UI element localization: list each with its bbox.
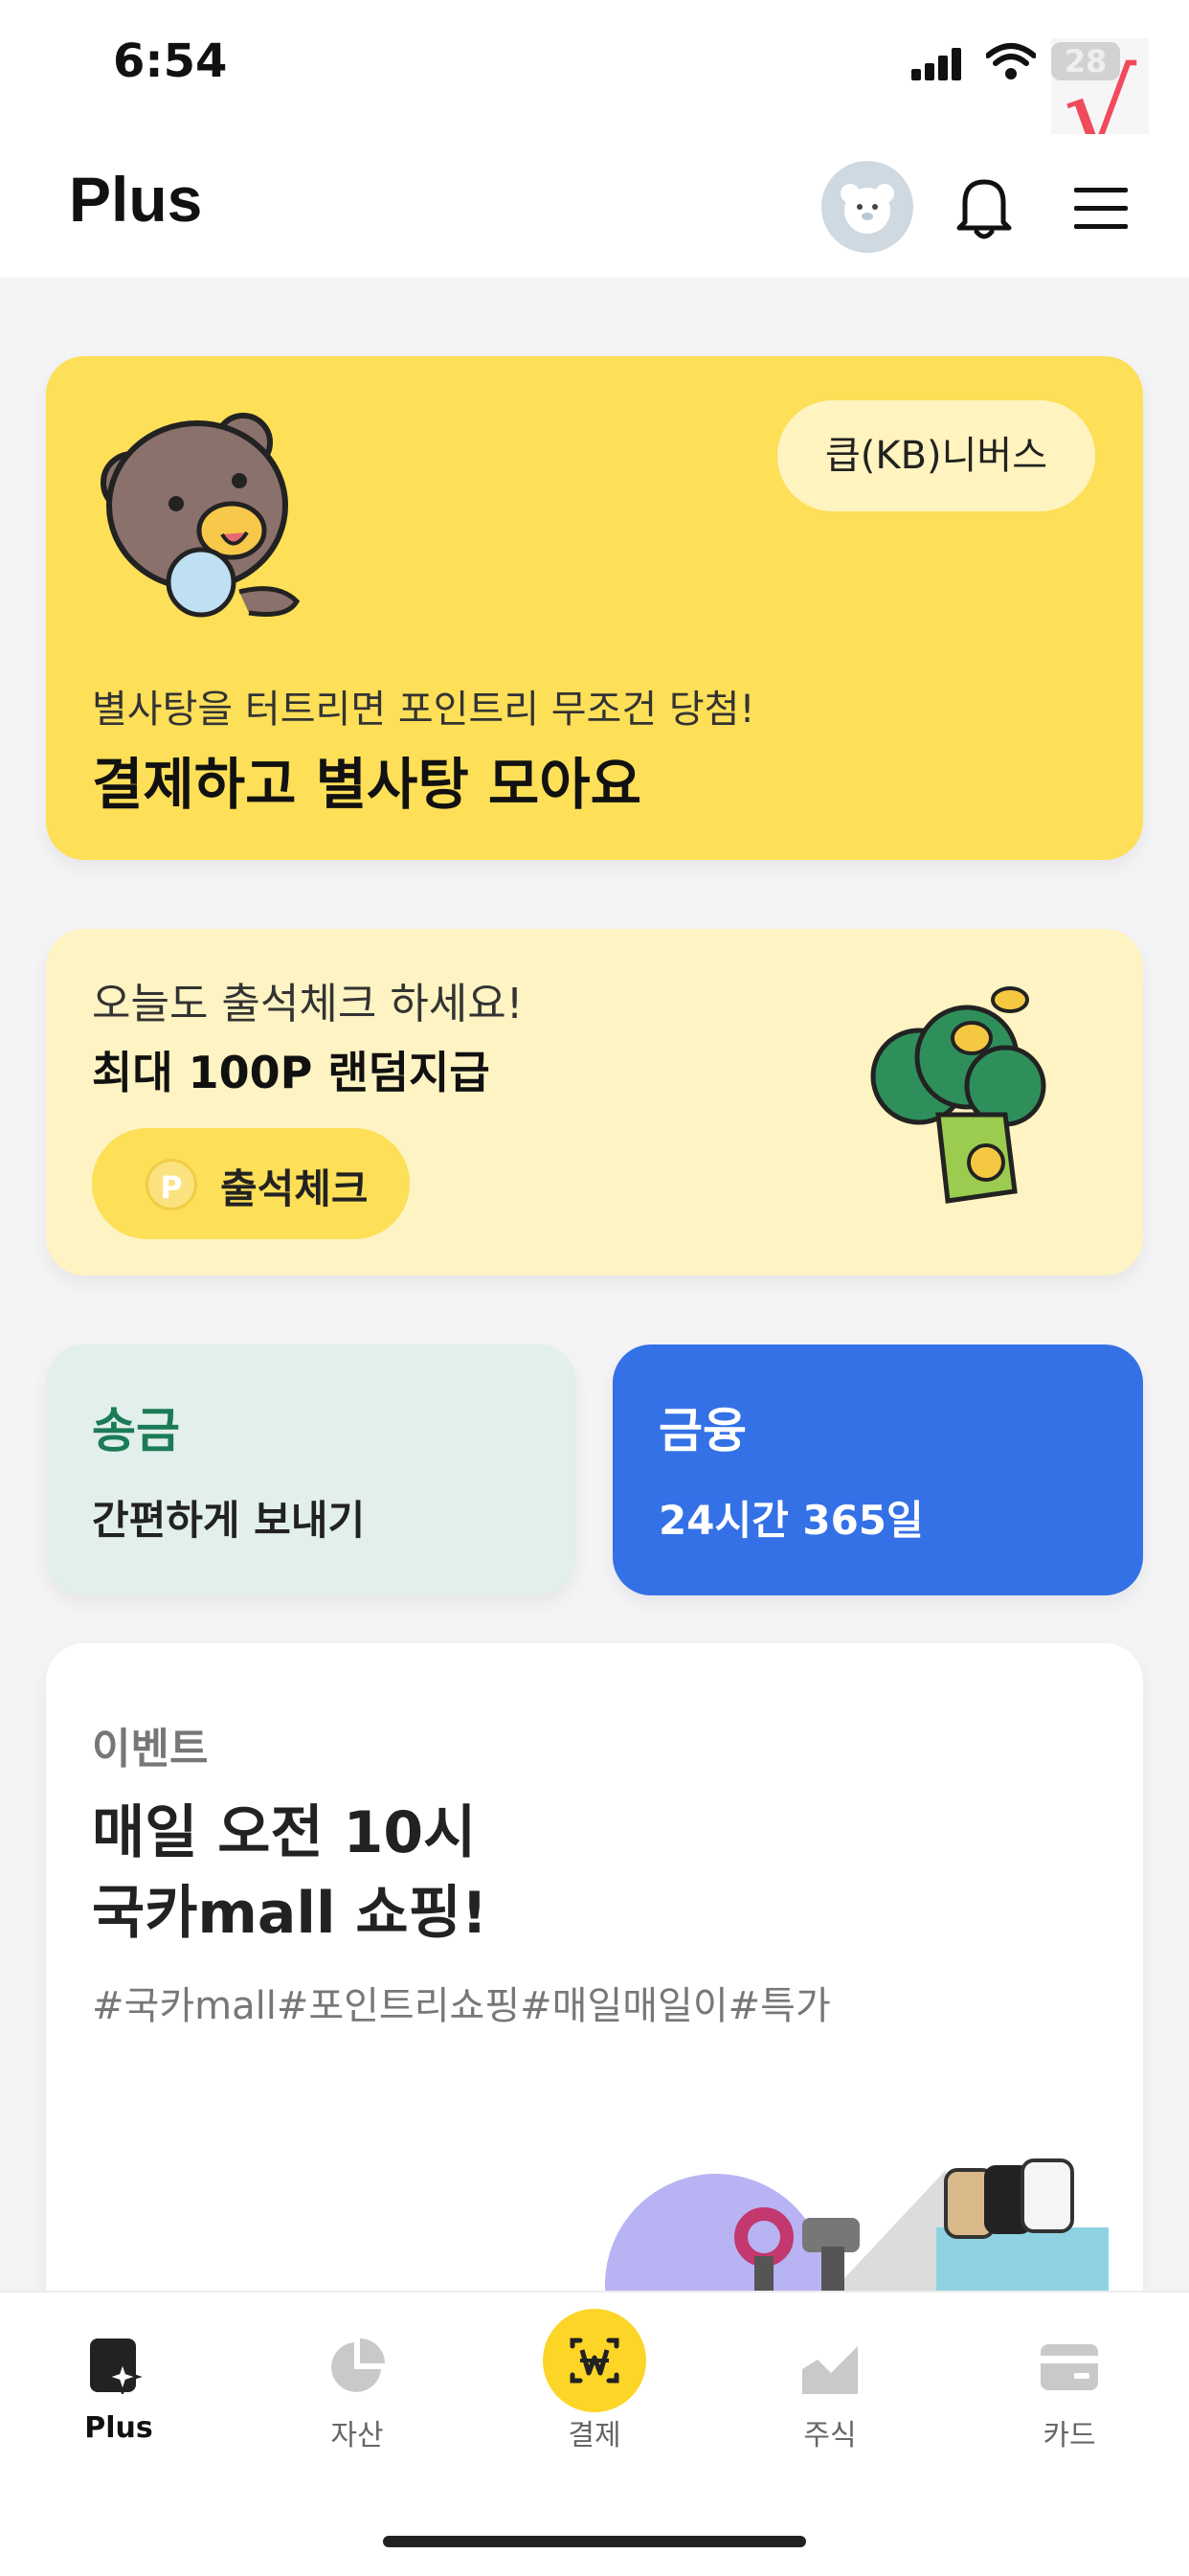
- menu-icon[interactable]: [1074, 188, 1128, 242]
- tab-stocks[interactable]: [800, 2340, 860, 2398]
- finance-card[interactable]: [613, 1344, 1143, 1595]
- stock-chart-icon: [802, 2346, 858, 2394]
- tab-pay[interactable]: [542, 2308, 647, 2417]
- star-card-subtitle: 별사탕을 터트리면 포인트리 무조건 당첨!: [92, 688, 755, 732]
- home-indicator[interactable]: [383, 2536, 806, 2547]
- pie-chart-icon: [331, 2339, 385, 2392]
- event-tags: #국카mall#포인트리쇼핑#매일매일이#특가: [92, 1984, 831, 2028]
- event-products-image: [605, 2158, 1109, 2314]
- tab-assets[interactable]: [327, 2337, 387, 2400]
- signal-icon: [911, 48, 969, 80]
- finance-subtitle: 24시간 365일: [659, 1497, 924, 1544]
- won-pay-icon: [543, 2309, 646, 2412]
- event-title-line1: 매일 오전 10시: [92, 1799, 477, 1866]
- status-time: 6:54: [113, 34, 228, 88]
- event-label: 이벤트: [92, 1725, 209, 1774]
- finance-title: 금융: [659, 1403, 747, 1458]
- bell-icon[interactable]: [953, 172, 1015, 241]
- attendance-title: 최대 100P 랜덤지급: [92, 1047, 490, 1098]
- point-coin-icon: P: [146, 1159, 197, 1210]
- plus-star-icon: [90, 2339, 143, 2397]
- tab-plus[interactable]: [88, 2337, 146, 2398]
- tab-card[interactable]: [1040, 2340, 1099, 2398]
- avatar[interactable]: [821, 161, 913, 253]
- event-title-line2: 국카mall 쇼핑!: [92, 1880, 488, 1947]
- tab-plus-label: Plus: [84, 2411, 153, 2445]
- tab-stocks-label: 주식: [803, 2419, 857, 2452]
- kb-universe-button[interactable]: 큽(KB)니버스: [777, 400, 1095, 511]
- event-title: 매일 오전 10시 국카mall 쇼핑!: [92, 1793, 487, 1954]
- transfer-card[interactable]: [46, 1344, 576, 1595]
- star-card-title: 결제하고 별사탕 모아요: [92, 752, 641, 817]
- page-title: Plus: [69, 164, 203, 235]
- card-icon: [1041, 2344, 1098, 2390]
- transfer-subtitle: 간편하게 보내기: [92, 1497, 366, 1544]
- tab-card-label: 카드: [1043, 2419, 1096, 2452]
- tab-pay-label: 결제: [568, 2419, 621, 2452]
- transfer-title: 송금: [92, 1403, 180, 1458]
- tab-assets-label: 자산: [330, 2419, 384, 2452]
- broccoli-character-icon: [870, 986, 1046, 1204]
- wifi-icon: [986, 43, 1036, 79]
- attendance-subtitle: 오늘도 출석체크 하세요!: [92, 980, 524, 1028]
- bear-character-icon: [101, 413, 301, 618]
- attendance-button-label: 출석체크: [220, 1165, 369, 1212]
- bear-avatar-icon: [841, 184, 894, 234]
